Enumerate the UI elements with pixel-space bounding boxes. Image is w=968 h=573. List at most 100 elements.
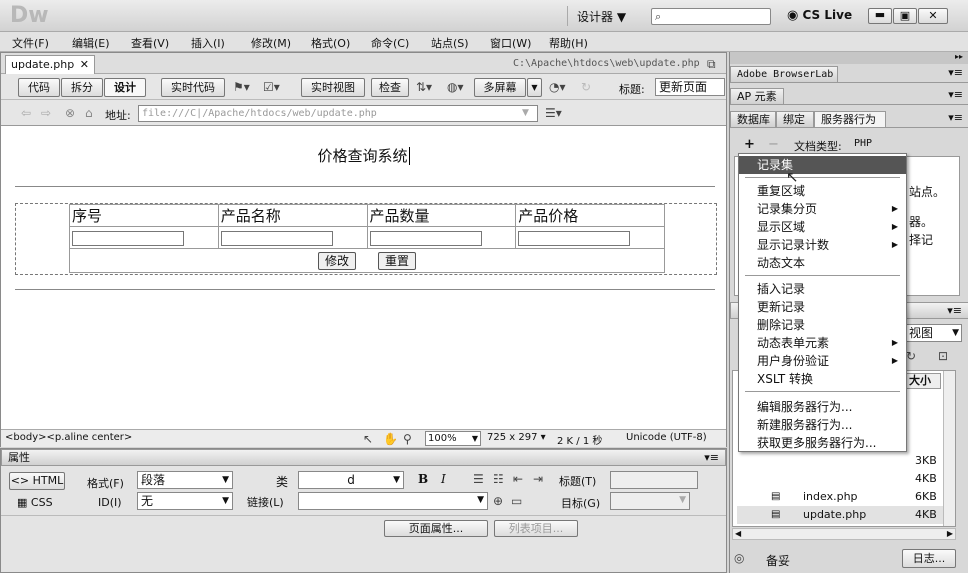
refresh-icon[interactable]: ↻: [581, 79, 591, 95]
menu-item-dynamic-text[interactable]: 动态文本: [739, 254, 906, 272]
tag-selector[interactable]: <body><p.aline center>: [5, 432, 132, 443]
bold-button[interactable]: B: [418, 472, 428, 486]
check-page-icon[interactable]: ☑▾: [263, 79, 280, 95]
file-management-icon[interactable]: ⇅▾: [416, 79, 432, 95]
heading-input[interactable]: [610, 471, 698, 489]
menu-file[interactable]: 文件(F): [12, 35, 49, 51]
forward-icon[interactable]: ⇨: [41, 105, 51, 121]
panel-menu-icon[interactable]: ▾≡: [947, 303, 962, 318]
menu-item-dynamic-form-elements[interactable]: 动态表单元素 ▶: [739, 334, 906, 352]
list-item[interactable]: 3KB: [737, 452, 945, 470]
reset-button[interactable]: 重置: [378, 252, 417, 270]
tab-databases[interactable]: 数据库: [730, 111, 776, 128]
browserlab-tab[interactable]: Adobe BrowserLab: [730, 66, 838, 83]
menu-help[interactable]: 帮助(H): [549, 35, 588, 51]
scroll-left-icon[interactable]: ◀: [735, 529, 741, 538]
point-to-file-icon[interactable]: ⊕: [493, 493, 503, 509]
zoom-select[interactable]: 100% ▼: [425, 431, 481, 446]
document-tab[interactable]: update.php ✕: [5, 55, 95, 74]
minimize-button[interactable]: ▬: [868, 8, 892, 24]
menu-item-get-more-server-behaviors[interactable]: 获取更多服务器行为...: [739, 434, 906, 452]
unordered-list-icon[interactable]: ☰: [473, 471, 484, 487]
inspect-mode-icon[interactable]: ⚑▾: [233, 79, 250, 95]
id-input[interactable]: [72, 230, 184, 246]
quantity-input[interactable]: [369, 230, 482, 246]
menu-item-display-record-count[interactable]: 显示记录计数 ▶: [739, 236, 906, 254]
multiscreen-dropdown[interactable]: ▼: [527, 78, 542, 97]
name-input[interactable]: [220, 230, 333, 246]
back-icon[interactable]: ⇦: [21, 105, 31, 121]
tab-server-behaviors[interactable]: 服务器行为: [814, 111, 886, 128]
menu-item-insert-record[interactable]: 插入记录: [739, 280, 906, 298]
stop-icon[interactable]: ⊗: [65, 105, 75, 121]
hand-tool-icon[interactable]: ✋: [383, 431, 398, 447]
log-button[interactable]: 日志...: [902, 549, 956, 568]
menu-item-recordset-paging[interactable]: 记录集分页 ▶: [739, 200, 906, 218]
menu-item-edit-server-behaviors[interactable]: 编辑服务器行为...: [739, 398, 906, 416]
menu-commands[interactable]: 命令(C): [371, 35, 409, 51]
close-tab-icon[interactable]: ✕: [80, 56, 89, 73]
list-item[interactable]: ▤ update.php 4KB: [737, 506, 945, 524]
inspect-button[interactable]: 检查: [371, 78, 409, 97]
list-item[interactable]: 4KB: [737, 470, 945, 488]
panel-menu-icon[interactable]: ▾≡: [704, 450, 719, 465]
class-select[interactable]: d ▼: [298, 471, 404, 489]
restore-window-icon[interactable]: ⧉: [707, 56, 716, 72]
vertical-scrollbar[interactable]: [943, 371, 955, 526]
live-view-button[interactable]: 实时视图: [301, 78, 365, 97]
target-select[interactable]: ▼: [610, 492, 690, 510]
workspace-switcher[interactable]: 设计器 ▼: [577, 8, 626, 25]
ap-elements-tab[interactable]: AP 元素: [730, 88, 784, 105]
menu-item-user-authentication[interactable]: 用户身份验证 ▶: [739, 352, 906, 370]
link-input[interactable]: ▼: [298, 492, 488, 510]
menu-format[interactable]: 格式(O): [311, 35, 350, 51]
list-item-button[interactable]: 列表项目...: [494, 520, 578, 537]
menu-window[interactable]: 窗口(W): [490, 35, 531, 51]
view-select[interactable]: 视图 ▼: [906, 324, 962, 342]
panel-menu-icon[interactable]: ▾≡: [948, 88, 963, 101]
page-title-input[interactable]: 更新页面: [655, 78, 725, 96]
select-tool-icon[interactable]: ↖: [363, 431, 373, 447]
menu-item-update-record[interactable]: 更新记录: [739, 298, 906, 316]
cs-live-button[interactable]: ◉ CS Live: [787, 8, 852, 23]
home-icon[interactable]: ⌂: [85, 105, 93, 121]
menu-site[interactable]: 站点(S): [431, 35, 469, 51]
id-select[interactable]: 无 ▼: [137, 492, 233, 510]
outdent-icon[interactable]: ⇤: [513, 471, 523, 487]
css-mode-button[interactable]: ▦ CSS: [17, 496, 53, 509]
browse-folder-icon[interactable]: ▭: [511, 493, 522, 509]
remove-behavior-button[interactable]: −: [768, 137, 779, 152]
close-button[interactable]: ✕: [918, 8, 948, 24]
panel-menu-icon[interactable]: ▾≡: [948, 66, 963, 79]
window-size[interactable]: 725 x 297 ▾: [487, 432, 546, 443]
split-view-button[interactable]: 拆分: [61, 78, 103, 97]
menu-edit[interactable]: 编辑(E): [72, 35, 110, 51]
collapse-dock[interactable]: ▸▸: [730, 52, 968, 64]
menu-modify[interactable]: 修改(M): [251, 35, 291, 51]
html-mode-button[interactable]: <> HTML: [9, 472, 65, 490]
visual-aids-icon[interactable]: ◔▾: [549, 79, 566, 95]
menu-insert[interactable]: 插入(I): [191, 35, 225, 51]
indent-icon[interactable]: ⇥: [533, 471, 543, 487]
scroll-right-icon[interactable]: ▶: [947, 529, 953, 538]
help-search-input[interactable]: ⌕: [651, 8, 771, 25]
horizontal-scrollbar[interactable]: ◀ ▶: [732, 528, 956, 540]
design-canvas[interactable]: 价格查询系统 序号 产品名称 产品数量 产品价格 修改 重置: [1, 126, 726, 429]
browser-navigation-options-icon[interactable]: ☰▾: [545, 105, 562, 121]
submit-button[interactable]: 修改: [317, 252, 356, 270]
maximize-button[interactable]: ▣: [893, 8, 917, 24]
italic-button[interactable]: I: [441, 472, 446, 486]
menu-item-new-server-behavior[interactable]: 新建服务器行为...: [739, 416, 906, 434]
refresh-files-icon[interactable]: ↻: [906, 348, 916, 364]
design-view-button[interactable]: 设计: [104, 78, 146, 97]
price-input[interactable]: [518, 230, 631, 246]
address-input[interactable]: file:///C|/Apache/htdocs/web/update.php: [138, 105, 538, 122]
menu-item-recordset[interactable]: 记录集: [739, 156, 906, 174]
format-select[interactable]: 段落 ▼: [137, 471, 233, 489]
page-properties-button[interactable]: 页面属性...: [384, 520, 488, 537]
ordered-list-icon[interactable]: ☷: [493, 471, 504, 487]
menu-item-delete-record[interactable]: 删除记录: [739, 316, 906, 334]
multiscreen-button[interactable]: 多屏幕: [474, 78, 526, 97]
size-column-header[interactable]: 大小: [905, 373, 941, 389]
list-item[interactable]: ▤ index.php 6KB: [737, 488, 945, 506]
